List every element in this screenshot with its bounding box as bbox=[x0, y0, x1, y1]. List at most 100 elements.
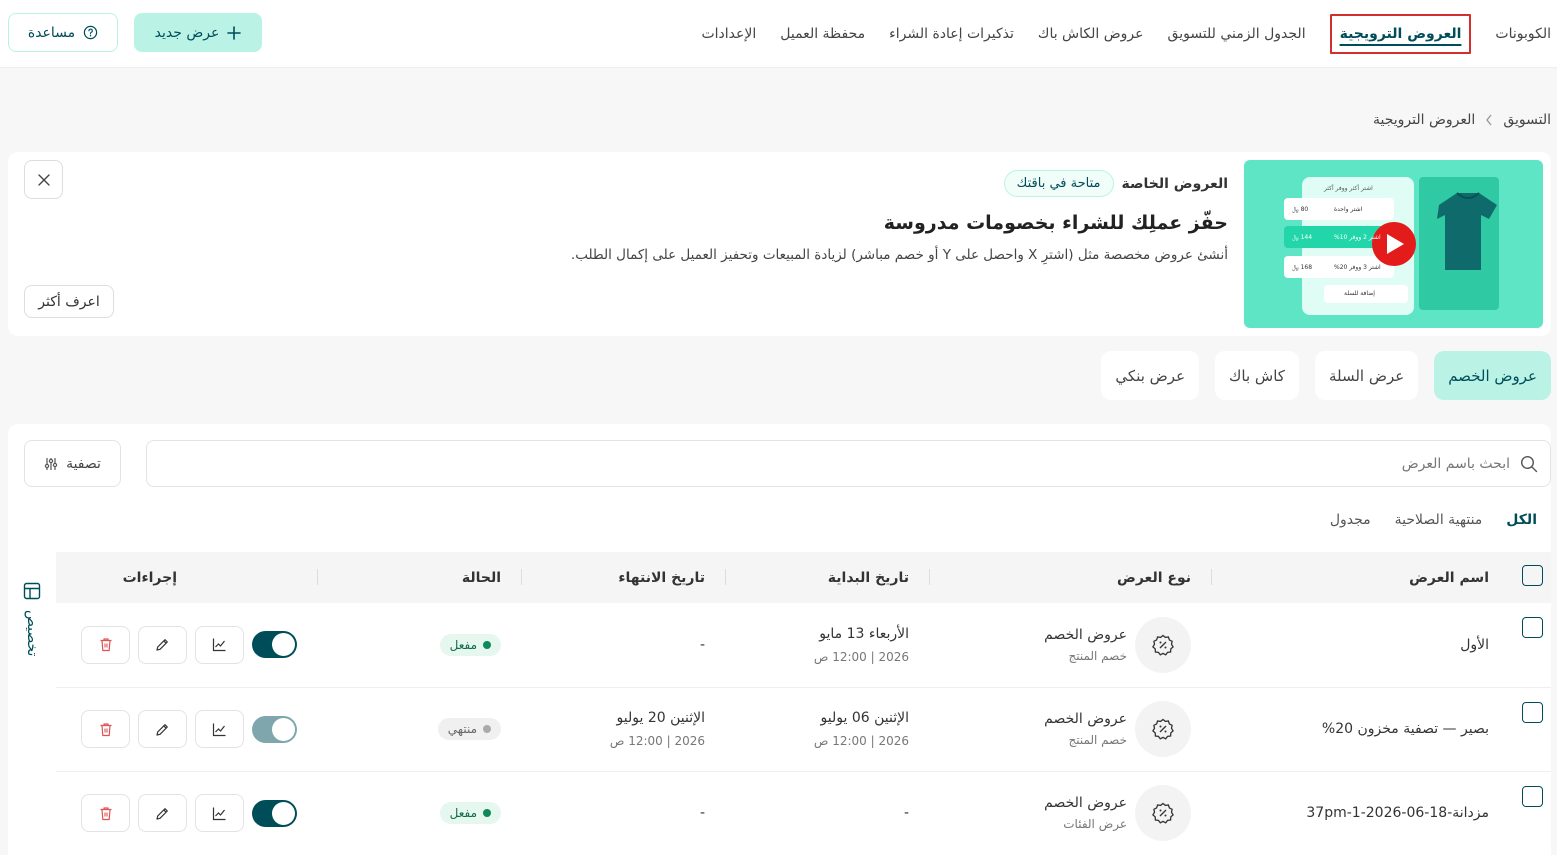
edit-button[interactable] bbox=[138, 625, 187, 664]
banner-img-row3-price: 168 ﷼ bbox=[1292, 264, 1313, 271]
row-checkbox[interactable] bbox=[1522, 617, 1543, 638]
col-name: اسم العرض bbox=[1211, 552, 1509, 603]
banner-heading: حفّز عملِك للشراء بخصومات مدروسة bbox=[883, 212, 1228, 234]
start-time: 2026 | 12:00 ص bbox=[813, 649, 909, 664]
status-badge: منتهي bbox=[437, 718, 501, 740]
row-actions bbox=[76, 794, 297, 832]
status-badge: مفعل bbox=[439, 633, 501, 656]
offer-name[interactable]: مزدانة-18-06-2026-1-37pm bbox=[1211, 771, 1509, 855]
pencil-icon bbox=[155, 637, 170, 652]
offers-table: اسم العرض نوع العرض تاريخ البداية تاريخ … bbox=[56, 552, 1551, 855]
filter-button[interactable]: تصفية bbox=[24, 440, 121, 487]
trash-icon bbox=[99, 637, 113, 652]
plus-icon bbox=[227, 25, 242, 40]
row-checkbox[interactable] bbox=[1522, 701, 1543, 723]
help-button[interactable]: مساعدة bbox=[8, 13, 118, 52]
search-box bbox=[146, 440, 1551, 487]
analytics-button[interactable] bbox=[195, 710, 244, 748]
help-icon bbox=[83, 25, 98, 40]
new-offer-button[interactable]: عرض جديد bbox=[134, 13, 262, 52]
end-date: - bbox=[699, 636, 705, 653]
search-icon bbox=[1520, 455, 1538, 473]
analytics-button[interactable] bbox=[195, 794, 244, 832]
close-icon bbox=[37, 173, 50, 186]
start-time: 2026 | 12:00 ص bbox=[813, 734, 909, 748]
col-type: نوع العرض bbox=[929, 552, 1211, 603]
end-date: - bbox=[699, 805, 705, 821]
seg-bank-offer[interactable]: عرض بنكي bbox=[1101, 351, 1200, 400]
tab-repurchase-reminders[interactable]: تذكيرات إعادة الشراء bbox=[889, 26, 1014, 42]
delete-button[interactable] bbox=[81, 710, 130, 748]
offer-name[interactable]: بصير — تصفية مخزون 20% bbox=[1211, 687, 1509, 772]
banner-label: العروض الخاصة bbox=[1121, 175, 1229, 192]
col-actions: إجراءات bbox=[56, 552, 317, 603]
search-input[interactable] bbox=[210, 455, 1510, 472]
special-offers-banner: اشتر أكثر ووفر أكثر اشتر واحدة 80 ﷼ اشتر… bbox=[8, 152, 1551, 336]
end-time: 2026 | 12:00 ص bbox=[609, 734, 705, 748]
seg-cart-offer[interactable]: عرض السلة bbox=[1314, 351, 1419, 400]
edit-button[interactable] bbox=[138, 794, 187, 832]
seg-discount-offers[interactable]: عروض الخصم bbox=[1434, 351, 1551, 400]
top-nav: الكوبونات العروض الترويجية الجدول الزمني… bbox=[0, 0, 1557, 68]
tab-customer-wallet[interactable]: محفظة العميل bbox=[780, 26, 865, 42]
available-plan-badge: متاحة في باقتك bbox=[1003, 170, 1114, 197]
filter-label: تصفية bbox=[66, 455, 101, 472]
start-date: الأربعاء 13 مايو bbox=[819, 625, 909, 642]
learn-more-button[interactable]: اعرف أكثر bbox=[24, 285, 114, 318]
analytics-button[interactable] bbox=[195, 625, 244, 664]
end-date: الإثنين 20 يوليو bbox=[616, 710, 705, 726]
chart-line-icon bbox=[212, 637, 227, 652]
discount-badge-icon bbox=[1135, 616, 1191, 673]
breadcrumb-current: العروض الترويجية bbox=[1373, 112, 1476, 128]
row-checkbox[interactable] bbox=[1522, 785, 1543, 807]
offer-type-sub: خصم المنتج bbox=[1068, 648, 1127, 663]
tab-coupons[interactable]: الكوبونات bbox=[1495, 26, 1551, 42]
active-toggle[interactable] bbox=[252, 799, 297, 827]
pencil-icon bbox=[155, 722, 170, 737]
banner-title-row: العروض الخاصة متاحة في باقتك bbox=[1003, 170, 1229, 197]
offer-type-main: عروض الخصم bbox=[1044, 711, 1127, 727]
offer-type-cell: عروض الخصم خصم المنتج bbox=[949, 616, 1191, 673]
close-banner-button[interactable] bbox=[24, 160, 63, 199]
row-actions bbox=[76, 710, 297, 748]
subtab-all[interactable]: الكل bbox=[1506, 512, 1537, 528]
active-toggle[interactable] bbox=[252, 631, 297, 659]
edit-button[interactable] bbox=[138, 710, 187, 748]
subtab-scheduled[interactable]: مجدول bbox=[1330, 512, 1371, 528]
active-toggle[interactable] bbox=[252, 715, 297, 743]
delete-button[interactable] bbox=[81, 794, 130, 832]
offer-type-main: عروض الخصم bbox=[1044, 795, 1127, 811]
table-row: بصير — تصفية مخزون 20% عروض الخصم خصم ال… bbox=[56, 687, 1551, 772]
table-row: الأول عروض الخصم خصم المنتج الأربعاء 13 … bbox=[56, 603, 1551, 688]
offer-category-tabs: عروض الخصم عرض السلة كاش باك عرض بنكي bbox=[1101, 351, 1551, 400]
chart-line-icon bbox=[212, 806, 227, 821]
customize-columns-button[interactable]: تخصيص bbox=[22, 582, 42, 656]
banner-img-cart: إضافة للسلة bbox=[1344, 290, 1375, 297]
seg-cashback[interactable]: كاش باك bbox=[1215, 351, 1299, 400]
tab-settings[interactable]: الإعدادات bbox=[701, 26, 756, 42]
banner-description: أنشئ عروض مخصصة مثل (اشترِ X واحصل على Y… bbox=[570, 247, 1228, 263]
start-date: الإثنين 06 يوليو bbox=[820, 710, 909, 726]
banner-img-head: اشتر أكثر ووفر أكثر bbox=[1324, 185, 1373, 192]
banner-img-row2-price: 144 ﷼ bbox=[1292, 234, 1313, 241]
offer-name[interactable]: الأول bbox=[1211, 603, 1509, 688]
customize-label: تخصيص bbox=[24, 610, 40, 657]
banner-img-row2: اشتر 2 ووفر 10% bbox=[1334, 234, 1381, 241]
offer-type-cell: عروض الخصم خصم المنتج bbox=[949, 701, 1191, 757]
trash-icon bbox=[99, 722, 113, 737]
banner-img-row1: اشتر واحدة bbox=[1334, 206, 1363, 213]
offers-table-card: تصفية الكل منتهية الصلاحية مجدول تخصيص ا… bbox=[8, 424, 1551, 855]
tab-promotions[interactable]: العروض الترويجية bbox=[1329, 14, 1472, 54]
nav-tabs: الكوبونات العروض الترويجية الجدول الزمني… bbox=[701, 0, 1557, 68]
sliders-icon bbox=[44, 457, 58, 471]
banner-video-thumbnail[interactable]: اشتر أكثر ووفر أكثر اشتر واحدة 80 ﷼ اشتر… bbox=[1244, 160, 1543, 328]
breadcrumb-root[interactable]: التسويق bbox=[1503, 112, 1551, 128]
delete-button[interactable] bbox=[81, 625, 130, 664]
subtab-expired[interactable]: منتهية الصلاحية bbox=[1395, 512, 1483, 528]
col-status: الحالة bbox=[317, 552, 521, 603]
tab-marketing-calendar[interactable]: الجدول الزمني للتسويق bbox=[1168, 26, 1306, 42]
offer-type-main: عروض الخصم bbox=[1044, 626, 1127, 643]
select-all-checkbox[interactable] bbox=[1522, 565, 1543, 586]
status-subtabs: الكل منتهية الصلاحية مجدول bbox=[1330, 512, 1537, 528]
tab-cashback[interactable]: عروض الكاش باك bbox=[1038, 26, 1144, 42]
